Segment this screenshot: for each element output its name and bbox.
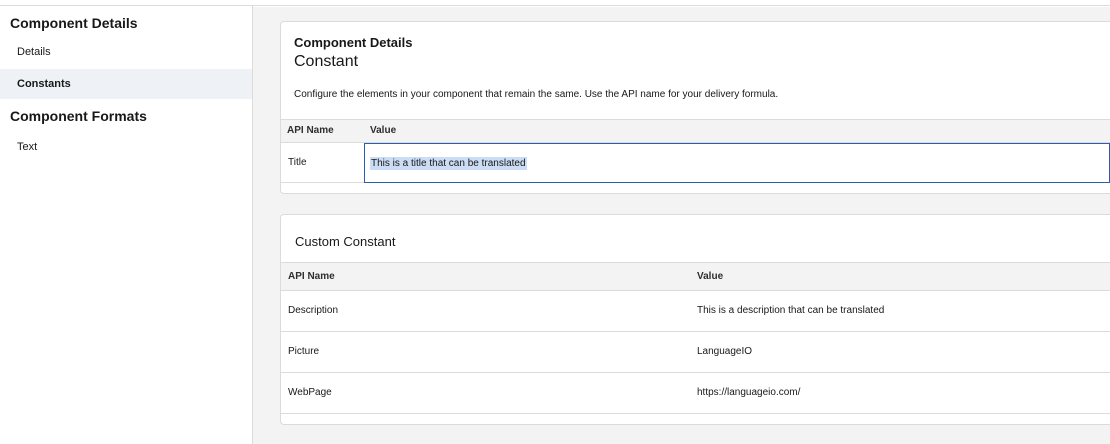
column-header-value: Value: [370, 125, 397, 136]
sidebar-item-text[interactable]: Text: [0, 132, 252, 162]
table-row[interactable]: Picture LanguageIO: [281, 332, 1110, 373]
title-value-input[interactable]: This is a title that can be translated: [364, 143, 1110, 183]
row-api-name: WebPage: [288, 387, 332, 398]
main-content: Component Details Constant Configure the…: [253, 7, 1110, 444]
card-title: Constant: [294, 53, 359, 70]
row-value[interactable]: LanguageIO: [697, 332, 752, 372]
column-header-value: Value: [697, 271, 724, 282]
column-header-api-name: API Name: [288, 271, 335, 282]
row-api-name: Picture: [288, 346, 320, 357]
sidebar-section-component-details: Component Details: [10, 15, 138, 31]
table-row[interactable]: WebPage https://languageio.com/: [281, 373, 1110, 414]
custom-constant-card: Custom Constant API Name Value Descripti…: [280, 214, 1110, 425]
sidebar-section-component-formats: Component Formats: [10, 108, 147, 124]
card-description: Configure the elements in your component…: [294, 89, 779, 100]
selected-text[interactable]: This is a title that can be translated: [370, 157, 527, 170]
row-api-name: Title: [288, 157, 307, 168]
row-value[interactable]: This is a description that can be transl…: [697, 291, 884, 331]
sidebar: Component Details Details Constants Comp…: [0, 6, 252, 444]
row-api-name: Description: [288, 305, 339, 316]
card-label: Component Details: [294, 35, 413, 50]
table-header: API Name Value: [281, 262, 1110, 291]
row-value[interactable]: https://languageio.com/: [697, 373, 800, 413]
sidebar-item-constants[interactable]: Constants: [0, 69, 252, 99]
card-title: Custom Constant: [295, 234, 396, 249]
constant-card: Component Details Constant Configure the…: [280, 21, 1110, 194]
table-header: API Name Value: [281, 119, 1110, 143]
column-header-api-name: API Name: [287, 125, 334, 136]
table-row: Title This is a title that can be transl…: [281, 143, 1110, 183]
sidebar-item-details[interactable]: Details: [0, 37, 252, 67]
table-row[interactable]: Description This is a description that c…: [281, 291, 1110, 332]
